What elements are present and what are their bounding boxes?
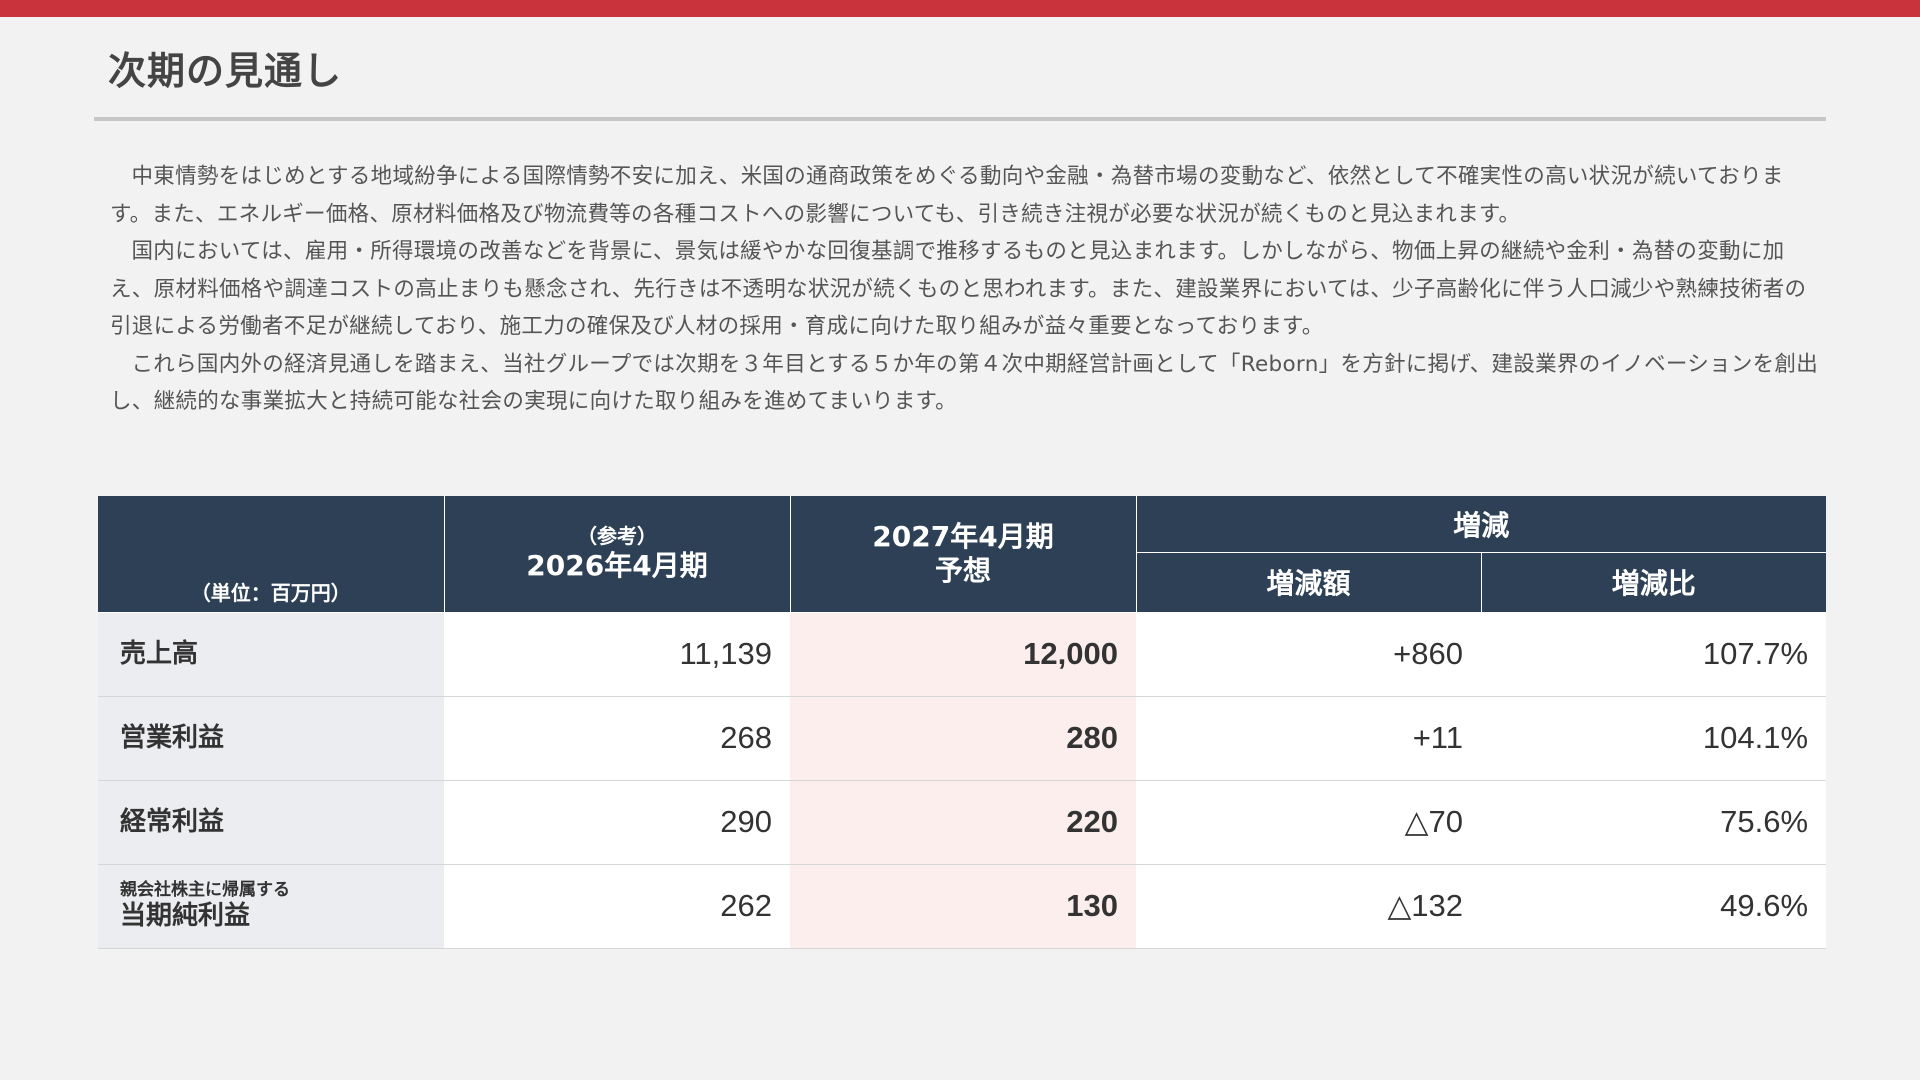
outlook-body-text: 中東情勢をはじめとする地域紛争による国際情勢不安に加え、米国の通商政策をめぐる動… bbox=[110, 158, 1820, 421]
change-ratio: 75.6% bbox=[1481, 780, 1827, 865]
change-amount: △70 bbox=[1136, 780, 1481, 865]
top-accent-bar bbox=[0, 0, 1920, 17]
forecast-table: （単位：百万円） （参考） 2026年4月期 2027年4月期 予想 増減 増減… bbox=[98, 496, 1827, 949]
row-label: 売上高 bbox=[98, 612, 444, 697]
forecast-period-header: 2027年4月期 予想 bbox=[790, 496, 1137, 613]
paragraph-international: 中東情勢をはじめとする地域紛争による国際情勢不安に加え、米国の通商政策をめぐる動… bbox=[110, 164, 1784, 227]
prev-value: 290 bbox=[444, 780, 790, 865]
row-label: 営業利益 bbox=[98, 696, 444, 781]
change-amount: +860 bbox=[1136, 612, 1481, 697]
change-amount: +11 bbox=[1136, 696, 1481, 781]
prev-period-note: （参考） bbox=[577, 523, 657, 548]
change-ratio: 104.1% bbox=[1481, 696, 1827, 781]
forecast-label: 予想 bbox=[934, 553, 991, 587]
forecast-value: 220 bbox=[790, 780, 1136, 865]
prev-value: 11,139 bbox=[444, 612, 790, 697]
paragraph-domestic: 国内においては、雇用・所得環境の改善などを背景に、景気は緩やかな回復基調で推移す… bbox=[110, 239, 1807, 339]
row-label: 親会社株主に帰属する 当期純利益 bbox=[98, 864, 444, 949]
prev-value: 268 bbox=[444, 696, 790, 781]
page-title: 次期の見通し bbox=[108, 49, 343, 93]
unit-header-cell: （単位：百万円） bbox=[98, 496, 445, 613]
forecast-value: 12,000 bbox=[790, 612, 1136, 697]
paragraph-group-policy: これら国内外の経済見通しを踏まえ、当社グループでは次期を３年目とする５か年の第４… bbox=[110, 351, 1819, 415]
forecast-value: 280 bbox=[790, 696, 1136, 781]
table-row: 親会社株主に帰属する 当期純利益 262 130 △132 49.6% bbox=[98, 864, 1827, 949]
prev-period-label: 2026年4月期 bbox=[526, 548, 708, 582]
change-amount: △132 bbox=[1136, 864, 1481, 949]
change-ratio: 49.6% bbox=[1481, 864, 1827, 949]
table-header-row-top: （単位：百万円） （参考） 2026年4月期 2027年4月期 予想 増減 bbox=[98, 496, 1827, 613]
forecast-period-label: 2027年4月期 bbox=[872, 519, 1054, 553]
table-row: 営業利益 268 280 +11 104.1% bbox=[98, 696, 1827, 781]
prev-value: 262 bbox=[444, 864, 790, 949]
prev-period-header: （参考） 2026年4月期 bbox=[444, 496, 791, 613]
table-row: 売上高 11,139 12,000 +860 107.7% bbox=[98, 612, 1827, 697]
change-amount-header: 増減額 bbox=[1136, 552, 1482, 613]
unit-label: （単位：百万円） bbox=[190, 580, 351, 605]
change-ratio-header: 増減比 bbox=[1481, 552, 1827, 613]
title-divider bbox=[94, 117, 1826, 121]
row-sub-label: 親会社株主に帰属する bbox=[120, 880, 290, 900]
row-label: 経常利益 bbox=[98, 780, 444, 865]
forecast-value: 130 bbox=[790, 864, 1136, 949]
table-row: 経常利益 290 220 △70 75.6% bbox=[98, 780, 1827, 865]
change-group-header: 増減 bbox=[1136, 496, 1827, 553]
change-ratio: 107.7% bbox=[1481, 612, 1827, 697]
